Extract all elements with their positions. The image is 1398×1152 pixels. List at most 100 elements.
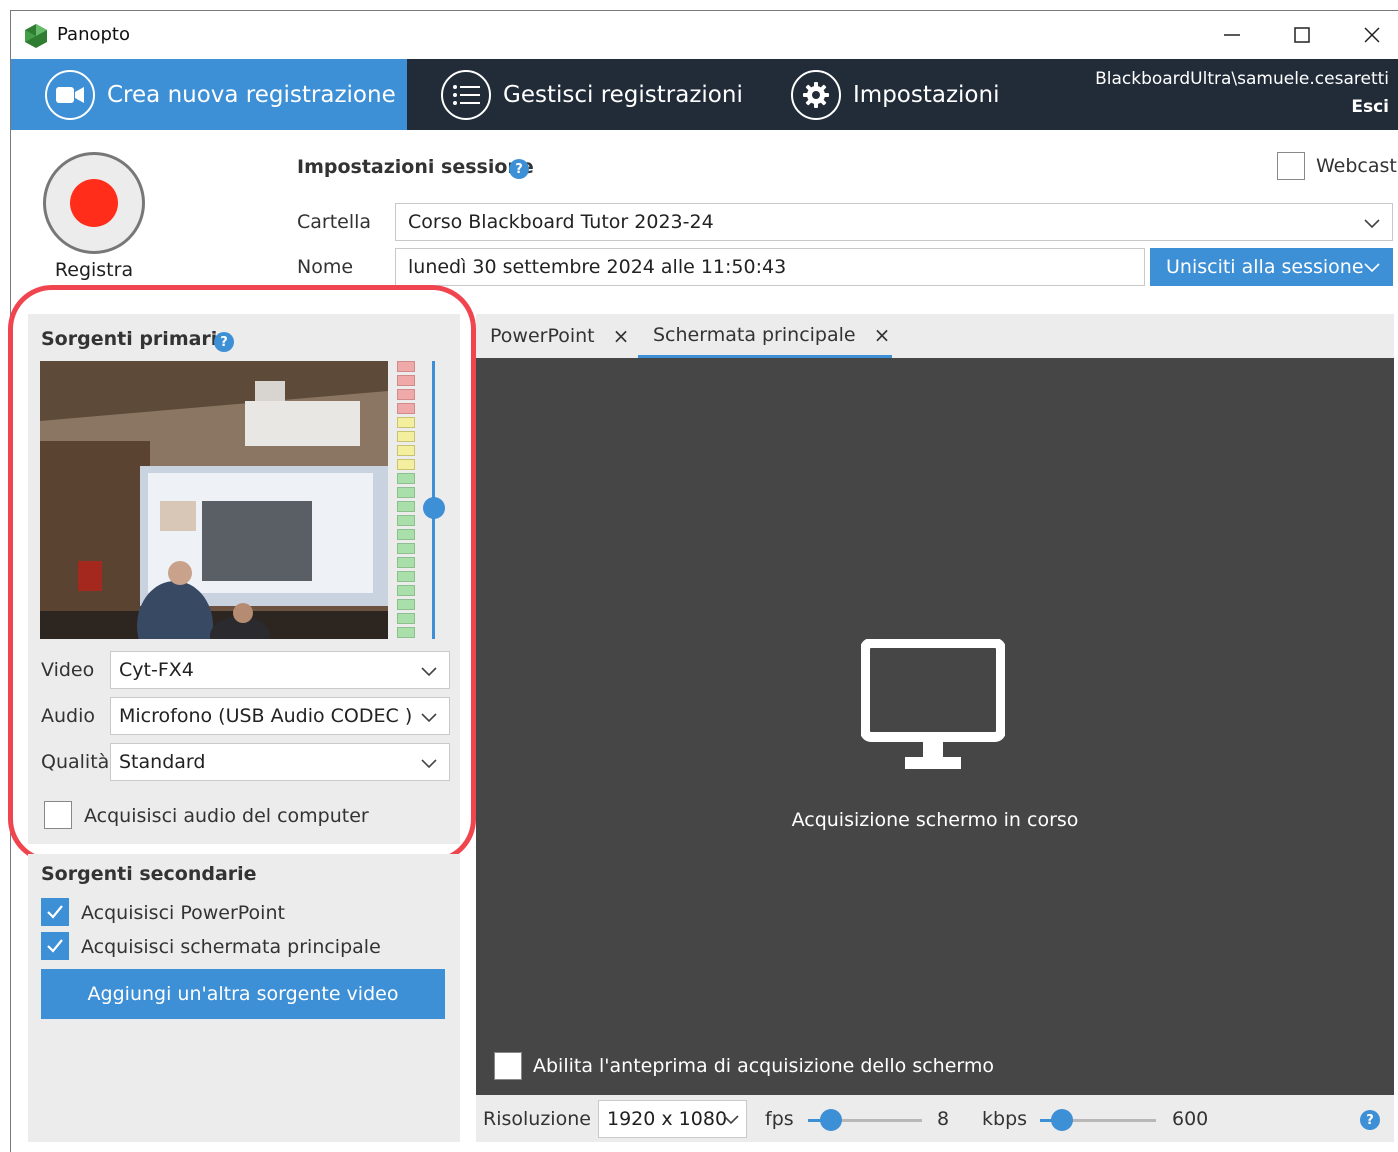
audio-level-segment bbox=[397, 459, 415, 470]
checkmark-icon bbox=[47, 939, 63, 953]
video-camera-icon bbox=[45, 69, 95, 120]
audio-level-segment bbox=[397, 375, 415, 386]
session-help-icon[interactable]: ? bbox=[509, 159, 529, 179]
primary-help-icon[interactable]: ? bbox=[214, 332, 234, 352]
monitor-icon bbox=[861, 639, 1005, 769]
capture-main-screen-checkbox[interactable] bbox=[41, 932, 69, 960]
audio-level-segment bbox=[397, 473, 415, 484]
folder-select[interactable]: Corso Blackboard Tutor 2023-24 bbox=[395, 203, 1393, 241]
quality-label: Qualità bbox=[41, 751, 110, 773]
tab-create-recording[interactable]: Crea nuova registrazione bbox=[11, 59, 407, 130]
fps-slider-thumb[interactable] bbox=[820, 1109, 842, 1131]
audio-level-segment bbox=[397, 417, 415, 428]
record-button[interactable] bbox=[43, 152, 145, 254]
fps-value: 8 bbox=[937, 1108, 950, 1130]
tab-main-screen-label: Schermata principale bbox=[653, 323, 856, 346]
tab-powerpoint[interactable]: PowerPoint × bbox=[490, 314, 629, 358]
enable-preview-label: Abilita l'anteprima di acquisizione dell… bbox=[533, 1055, 995, 1077]
kbps-value: 600 bbox=[1172, 1108, 1209, 1130]
computer-audio-label: Acquisisci audio del computer bbox=[84, 805, 369, 827]
audio-level-segment bbox=[397, 571, 415, 582]
join-session-button[interactable]: Unisciti alla sessione bbox=[1150, 248, 1393, 286]
resolution-label: Risoluzione bbox=[483, 1108, 591, 1130]
audio-label: Audio bbox=[41, 705, 96, 727]
folder-label: Cartella bbox=[297, 211, 372, 233]
record-label: Registra bbox=[54, 259, 134, 281]
capture-powerpoint-label: Acquisisci PowerPoint bbox=[81, 902, 285, 924]
chevron-down-icon bbox=[723, 1115, 739, 1125]
audio-level-segment bbox=[397, 431, 415, 442]
computer-audio-checkbox[interactable] bbox=[44, 801, 72, 829]
audio-level-segment bbox=[397, 515, 415, 526]
main-nav: Crea nuova registrazione Gestisci regist… bbox=[11, 59, 1398, 130]
webcast-label: Webcast bbox=[1316, 155, 1397, 177]
record-dot-icon bbox=[70, 179, 118, 227]
audio-level-segment bbox=[397, 585, 415, 596]
audio-source-select[interactable]: Microfono (USB Audio CODEC ) bbox=[110, 697, 450, 735]
maximize-button[interactable] bbox=[1267, 11, 1337, 59]
kbps-label: kbps bbox=[982, 1108, 1028, 1130]
webcam-preview bbox=[40, 361, 388, 639]
panopto-logo-icon bbox=[25, 24, 47, 48]
capture-main-screen-label: Acquisisci schermata principale bbox=[81, 936, 381, 958]
capture-status-text: Acquisizione schermo in corso bbox=[791, 809, 1079, 831]
tab-main-screen[interactable]: Schermata principale × bbox=[638, 314, 892, 358]
logout-link[interactable]: Esci bbox=[1351, 97, 1389, 117]
join-session-label: Unisciti alla sessione bbox=[1166, 256, 1364, 278]
close-tab-icon[interactable]: × bbox=[874, 323, 891, 347]
audio-level-segment bbox=[397, 599, 415, 610]
tab-settings-label: Impostazioni bbox=[853, 81, 1000, 108]
tab-settings[interactable]: Impostazioni bbox=[791, 59, 1091, 130]
checkmark-icon bbox=[47, 905, 63, 919]
user-name: BlackboardUltra\samuele.cesaretti bbox=[1095, 69, 1389, 89]
session-name-value: lunedì 30 settembre 2024 alle 11:50:43 bbox=[408, 256, 787, 278]
audio-level-segment bbox=[397, 557, 415, 568]
webcast-checkbox[interactable] bbox=[1277, 152, 1305, 180]
close-button[interactable] bbox=[1337, 11, 1398, 59]
session-name-input[interactable]: lunedì 30 settembre 2024 alle 11:50:43 bbox=[395, 248, 1145, 286]
secondary-sources-title: Sorgenti secondarie bbox=[41, 863, 257, 885]
capture-powerpoint-checkbox[interactable] bbox=[41, 898, 69, 926]
audio-level-segment bbox=[397, 529, 415, 540]
close-icon bbox=[1364, 27, 1380, 43]
fps-label: fps bbox=[765, 1108, 794, 1130]
audio-level-segment bbox=[397, 487, 415, 498]
chevron-down-icon bbox=[421, 667, 437, 677]
list-icon bbox=[441, 69, 491, 120]
video-source-select[interactable]: Cyt-FX4 bbox=[110, 651, 450, 689]
primary-sources-title: Sorgenti primarie bbox=[41, 328, 231, 350]
audio-level-segment bbox=[397, 501, 415, 512]
capture-help-icon[interactable]: ? bbox=[1360, 1110, 1380, 1130]
tab-powerpoint-label: PowerPoint bbox=[490, 325, 595, 347]
panopto-window: Panopto Crea nuova registrazione Gestisc… bbox=[8, 10, 1398, 1152]
audio-source-value: Microfono (USB Audio CODEC ) bbox=[119, 705, 413, 727]
chevron-down-icon bbox=[421, 759, 437, 769]
kbps-slider-thumb[interactable] bbox=[1051, 1109, 1073, 1131]
chevron-down-icon bbox=[1364, 263, 1380, 273]
title-bar: Panopto bbox=[11, 11, 1398, 59]
add-video-source-button[interactable]: Aggiungi un'altra sorgente video bbox=[41, 969, 445, 1019]
gear-icon bbox=[791, 69, 841, 120]
quality-select[interactable]: Standard bbox=[110, 743, 450, 781]
video-source-value: Cyt-FX4 bbox=[119, 659, 194, 681]
tab-manage-recordings[interactable]: Gestisci registrazioni bbox=[441, 59, 781, 130]
add-video-source-label: Aggiungi un'altra sorgente video bbox=[87, 983, 399, 1005]
audio-level-segment bbox=[397, 543, 415, 554]
session-settings-title: Impostazioni sessione bbox=[297, 156, 534, 178]
audio-level-segment bbox=[397, 389, 415, 400]
enable-preview-checkbox[interactable] bbox=[494, 1052, 522, 1080]
chevron-down-icon bbox=[421, 713, 437, 723]
window-title: Panopto bbox=[57, 24, 130, 45]
folder-value: Corso Blackboard Tutor 2023-24 bbox=[408, 211, 714, 233]
audio-level-segment bbox=[397, 627, 415, 638]
resolution-select[interactable]: 1920 x 1080 bbox=[598, 1100, 747, 1138]
close-tab-icon[interactable]: × bbox=[613, 324, 630, 348]
tab-manage-label: Gestisci registrazioni bbox=[503, 81, 743, 108]
video-label: Video bbox=[41, 659, 95, 681]
resolution-value: 1920 x 1080 bbox=[607, 1108, 728, 1130]
audio-level-meter bbox=[397, 361, 415, 639]
name-label: Nome bbox=[297, 256, 354, 278]
quality-value: Standard bbox=[119, 751, 206, 773]
audio-level-segment bbox=[397, 613, 415, 624]
minimize-button[interactable] bbox=[1197, 11, 1267, 59]
